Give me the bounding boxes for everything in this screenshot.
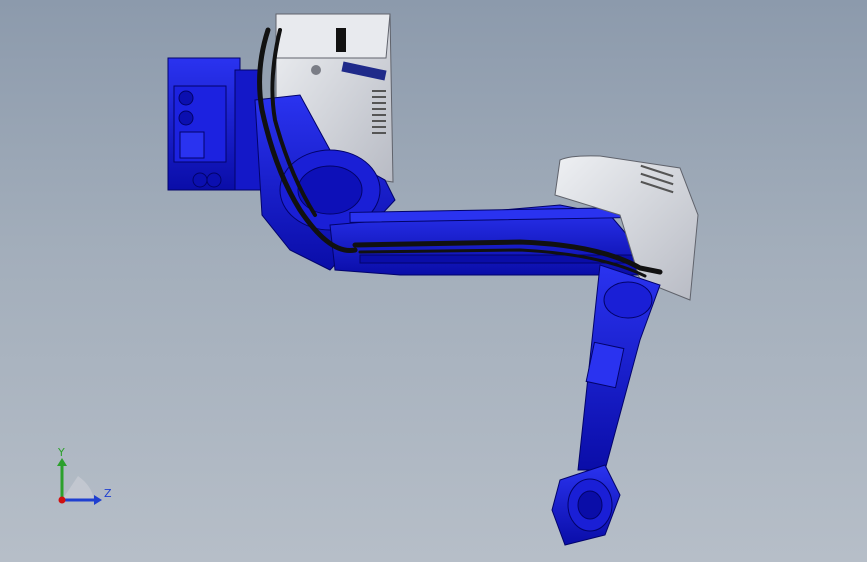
x-axis-dot: [58, 496, 66, 504]
z-axis-label: Z: [104, 487, 112, 500]
y-axis-arrowhead: [57, 458, 67, 466]
y-axis-label: Y: [57, 446, 65, 459]
z-axis-arrowhead: [94, 495, 102, 505]
triad-plane-icon: [62, 476, 94, 500]
3d-viewport[interactable]: Y Z: [0, 0, 867, 562]
coordinate-triad[interactable]: Y Z: [0, 0, 867, 562]
